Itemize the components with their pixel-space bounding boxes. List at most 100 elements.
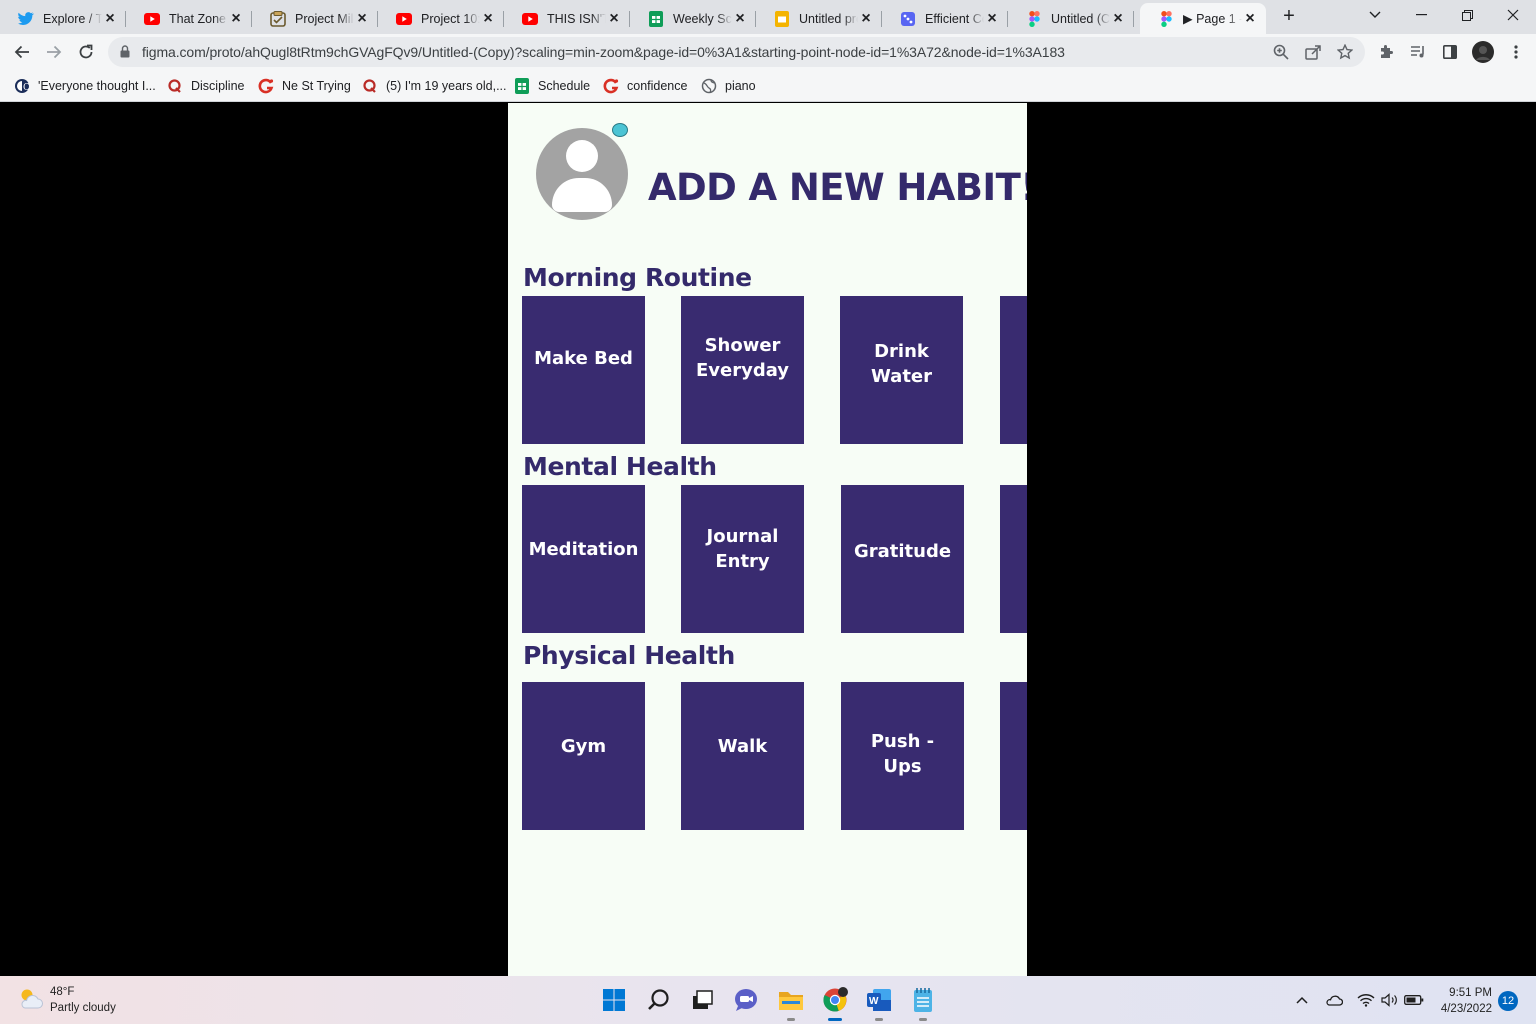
search-icon[interactable] [643, 984, 675, 1016]
avatar-head [566, 140, 598, 172]
tab-page-1-active[interactable]: ▶ Page 1 - Untitled × [1140, 3, 1266, 34]
bookmark-label: Discipline [191, 79, 245, 93]
tab-title: ▶ Page 1 - Untitled [1183, 12, 1242, 26]
bookmark-discipline[interactable]: Discipline [167, 76, 245, 96]
avatar-body [552, 178, 612, 212]
lock-icon[interactable] [120, 45, 130, 63]
weather-temp: 48°F [50, 986, 75, 998]
tab-untitled-copy[interactable]: Untitled (Copy) × [1008, 3, 1134, 34]
globe-icon [701, 78, 717, 94]
bookmark-piano[interactable]: piano [701, 76, 756, 96]
weather-condition: Partly cloudy [50, 1002, 116, 1014]
notification-badge[interactable]: 12 [1498, 991, 1518, 1011]
user-avatar[interactable] [536, 128, 628, 220]
system-clock[interactable]: 9:51 PM 4/23/2022 [1428, 985, 1492, 1017]
onedrive-cloud-icon[interactable] [1324, 990, 1344, 1010]
word-icon[interactable]: W [863, 984, 895, 1021]
address-bar[interactable]: figma.com/proto/ahQugl8tRtm9chGVAgFQv9/U… [108, 37, 1365, 67]
tab-search-chevron-icon[interactable] [1352, 0, 1398, 30]
close-tab-icon[interactable]: × [102, 10, 118, 27]
reload-button[interactable] [73, 39, 99, 65]
twitter-icon [18, 11, 34, 27]
close-window-button[interactable] [1490, 0, 1536, 30]
browser-toolbar: figma.com/proto/ahQugl8tRtm9chGVAgFQv9/U… [0, 34, 1536, 70]
habit-card-drink-water[interactable]: Drink Water [840, 296, 963, 444]
bookmark-confidence[interactable]: confidence [603, 76, 687, 96]
bookmark-ne-st-trying[interactable]: Ne St Trying [258, 76, 351, 96]
close-tab-icon[interactable]: × [228, 10, 244, 27]
habit-card-partial[interactable] [1000, 485, 1027, 633]
bookmark-everyone-thought[interactable]: C 'Everyone thought I... [14, 76, 156, 96]
volume-icon[interactable] [1380, 990, 1400, 1010]
close-tab-icon[interactable]: × [354, 10, 370, 27]
habit-card-shower-everyday[interactable]: Shower Everyday [681, 296, 804, 444]
task-view-icon[interactable] [686, 984, 718, 1016]
bookmark-label: Ne St Trying [282, 79, 351, 93]
tab-project-milestones[interactable]: Project Milestones × [252, 3, 378, 34]
close-tab-icon[interactable]: × [480, 10, 496, 27]
tab-youtube-2[interactable]: Project 10: Fi × [378, 3, 504, 34]
media-queue-icon[interactable] [1408, 42, 1428, 62]
tab-title: Project 10: Fi [421, 11, 480, 26]
youtube-icon [522, 11, 538, 27]
forward-button[interactable] [41, 39, 67, 65]
chat-icon[interactable] [730, 984, 762, 1016]
show-hidden-icons-chevron-icon[interactable] [1292, 990, 1312, 1010]
weather-widget[interactable]: 48°F Partly cloudy [16, 984, 116, 1016]
habit-card-gratitude[interactable]: Gratitude [841, 485, 964, 633]
close-tab-icon[interactable]: × [858, 10, 874, 27]
new-tab-button[interactable]: + [1278, 5, 1300, 27]
tab-strip: Explore / Twitter × That Zone Bi × Proje… [0, 0, 1536, 34]
close-tab-icon[interactable]: × [1242, 10, 1258, 27]
clock-time: 9:51 PM [1449, 987, 1492, 999]
close-tab-icon[interactable]: × [606, 10, 622, 27]
file-explorer-icon[interactable] [775, 984, 807, 1021]
clock-date: 4/23/2022 [1440, 1003, 1492, 1015]
side-panel-icon[interactable] [1440, 42, 1460, 62]
tab-title: Weekly Schedule [673, 11, 732, 26]
chrome-taskbar-icon[interactable] [819, 984, 851, 1021]
partly-cloudy-icon [16, 986, 44, 1015]
profile-avatar[interactable] [1472, 41, 1494, 63]
habit-card-gym[interactable]: Gym [522, 682, 645, 830]
active-indicator [828, 1018, 842, 1021]
habit-card-walk[interactable]: Walk [681, 682, 804, 830]
bookmark-schedule[interactable]: Schedule [514, 76, 590, 96]
tab-untitled-presentation[interactable]: Untitled presentation × [756, 3, 882, 34]
share-icon[interactable] [1304, 43, 1322, 61]
tab-youtube-3[interactable]: THIS ISN'T FI × [504, 3, 630, 34]
url-text[interactable]: figma.com/proto/ahQugl8tRtm9chGVAgFQv9/U… [142, 44, 1065, 60]
grammarly-icon [258, 78, 274, 94]
tab-weekly-schedule[interactable]: Weekly Schedule × [630, 3, 756, 34]
tab-efficient-coding[interactable]: Efficient Coding × [882, 3, 1008, 34]
sheets-icon [648, 10, 664, 27]
notepad-icon[interactable] [907, 984, 939, 1021]
habit-card-make-bed[interactable]: Make Bed [522, 296, 645, 444]
back-button[interactable] [9, 39, 35, 65]
close-tab-icon[interactable]: × [984, 10, 1000, 27]
restore-button[interactable] [1444, 0, 1490, 30]
wifi-icon[interactable] [1356, 990, 1376, 1010]
habit-card-journal-entry[interactable]: Journal Entry [681, 485, 804, 633]
extensions-icon[interactable] [1376, 42, 1396, 62]
habit-card-push-ups[interactable]: Push - Ups [841, 682, 964, 830]
habit-card-meditation[interactable]: Meditation [522, 485, 645, 633]
section-title-morning-routine: Morning Routine [523, 263, 752, 292]
grammarly-icon [603, 78, 619, 94]
close-tab-icon[interactable]: × [732, 10, 748, 27]
habit-card-partial[interactable] [1000, 296, 1027, 444]
battery-icon[interactable] [1404, 990, 1424, 1010]
bookmark-star-icon[interactable] [1336, 43, 1354, 61]
minimize-button[interactable] [1398, 0, 1444, 30]
figma-icon [1158, 10, 1174, 27]
start-button[interactable] [598, 984, 630, 1016]
zoom-icon[interactable] [1272, 43, 1290, 61]
chrome-menu-icon[interactable] [1506, 42, 1526, 62]
bookmark-19-years-old[interactable]: (5) I'm 19 years old,... [362, 76, 506, 96]
dice-icon [900, 11, 916, 27]
tab-twitter[interactable]: Explore / Twitter × [0, 3, 126, 34]
slides-icon [774, 10, 790, 27]
habit-card-partial[interactable] [1000, 682, 1027, 830]
tab-youtube-1[interactable]: That Zone Bi × [126, 3, 252, 34]
close-tab-icon[interactable]: × [1110, 10, 1126, 27]
